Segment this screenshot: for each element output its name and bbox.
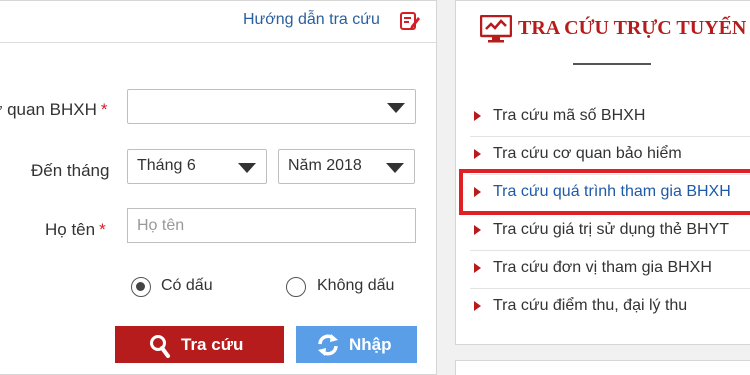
year-select[interactable]: Năm 2018 bbox=[278, 149, 415, 184]
name-placeholder: Họ tên bbox=[137, 217, 185, 234]
online-lookup-panel: TRA CỨU TRỰC TUYẾN Tra cứu mã số BHXH Tr… bbox=[455, 0, 750, 345]
chevron-down-icon bbox=[387, 103, 405, 113]
name-label: Họ tên * bbox=[45, 220, 106, 239]
triangle-bullet-icon bbox=[474, 301, 481, 311]
search-button[interactable]: Tra cứu bbox=[115, 326, 284, 363]
chevron-down-icon bbox=[238, 163, 256, 173]
month-label: Đến tháng bbox=[31, 161, 110, 180]
triangle-bullet-icon bbox=[474, 263, 481, 273]
lookup-form-panel: Hướng dẫn tra cứu ư quan BHXH * Đến tháng… bbox=[0, 0, 437, 375]
month-select[interactable]: Tháng 6 bbox=[127, 149, 267, 184]
divider bbox=[470, 136, 750, 137]
highlight-box bbox=[459, 169, 750, 215]
panel-title: TRA CỨU TRỰC TUYẾN bbox=[518, 17, 747, 39]
divider bbox=[470, 250, 750, 251]
help-link[interactable]: Hướng dẫn tra cứu bbox=[243, 11, 380, 29]
radio-accent[interactable] bbox=[131, 277, 151, 297]
triangle-bullet-icon bbox=[474, 225, 481, 235]
monitor-icon bbox=[480, 15, 512, 43]
triangle-bullet-icon bbox=[474, 111, 481, 121]
name-input[interactable]: Họ tên bbox=[127, 208, 416, 243]
divider bbox=[470, 288, 750, 289]
radio-no-accent[interactable] bbox=[286, 277, 306, 297]
radio-accent-label: Có dấu bbox=[161, 277, 213, 294]
edit-note-icon[interactable] bbox=[399, 10, 421, 32]
required-mark: * bbox=[100, 100, 108, 119]
search-icon bbox=[150, 335, 170, 358]
agency-select[interactable] bbox=[127, 89, 416, 124]
radio-no-accent-label: Không dấu bbox=[317, 277, 395, 294]
lower-panel bbox=[455, 360, 750, 375]
reset-button[interactable]: Nhập bbox=[296, 326, 417, 363]
form-divider bbox=[0, 42, 436, 43]
required-mark: * bbox=[99, 220, 106, 239]
title-underline bbox=[573, 63, 651, 65]
refresh-icon bbox=[318, 334, 338, 356]
triangle-bullet-icon bbox=[474, 149, 481, 159]
agency-label: ư quan BHXH * bbox=[0, 100, 108, 119]
chevron-down-icon bbox=[386, 163, 404, 173]
